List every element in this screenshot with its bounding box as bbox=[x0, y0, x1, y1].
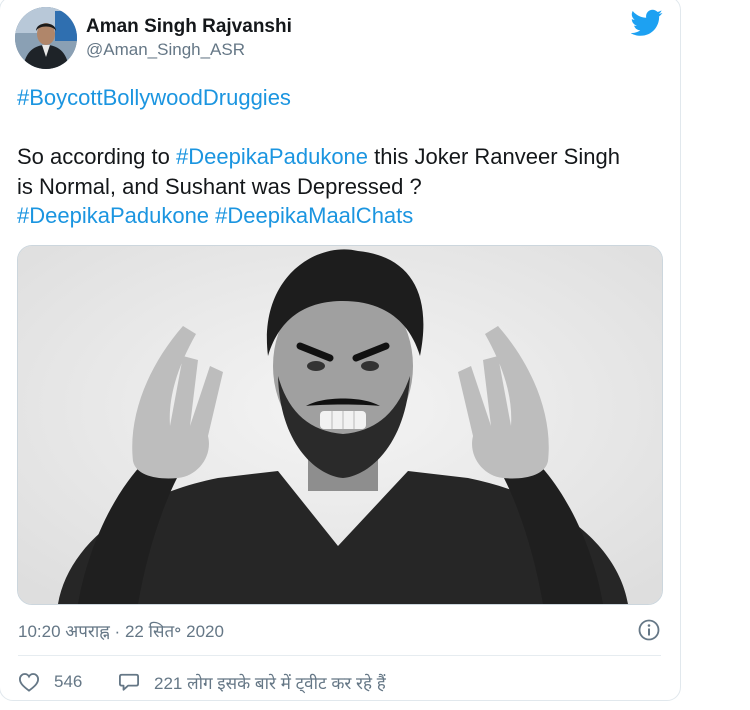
hashtag-line: #BoycottBollywoodDruggies bbox=[17, 83, 667, 113]
text-suffix: this Joker Ranveer Singh bbox=[368, 144, 620, 169]
hashtag-maalchats-link[interactable]: #DeepikaMaalChats bbox=[215, 203, 413, 228]
tweet-text: #BoycottBollywoodDruggies So according t… bbox=[17, 83, 667, 231]
info-icon[interactable] bbox=[637, 618, 661, 642]
user-handle[interactable]: @Aman_Singh_ASR bbox=[86, 40, 245, 60]
text-line-2: is Normal, and Sushant was Depressed ? bbox=[17, 173, 422, 199]
hashtag-deepika-link-2[interactable]: #DeepikaPadukone bbox=[17, 203, 209, 228]
hashtag-deepika-link[interactable]: #DeepikaPadukone bbox=[176, 144, 368, 169]
hashtag-boycott-link[interactable]: #BoycottBollywoodDruggies bbox=[17, 85, 291, 110]
twitter-bird-icon[interactable] bbox=[631, 9, 663, 37]
like-count: 546 bbox=[54, 672, 83, 691]
tweet-image[interactable] bbox=[17, 245, 663, 605]
reply-text: 221 लोग इसके बारे में ट्वीट कर रहे हैं bbox=[154, 673, 386, 693]
reply-button[interactable]: 221 लोग इसके बारे में ट्वीट कर रहे हैं bbox=[118, 669, 386, 695]
divider bbox=[18, 655, 661, 656]
text-line-3: #DeepikaPadukone #DeepikaMaalChats bbox=[17, 201, 667, 231]
heart-icon bbox=[18, 673, 40, 692]
reply-bubble-icon bbox=[119, 673, 139, 691]
tweet-card: Aman Singh Rajvanshi @Aman_Singh_ASR #Bo… bbox=[0, 0, 681, 701]
display-name[interactable]: Aman Singh Rajvanshi bbox=[86, 16, 292, 38]
like-button[interactable]: 546 bbox=[18, 669, 82, 695]
timestamp[interactable]: 10:20 अपराह्न · 22 सित॰ 2020 bbox=[18, 619, 224, 642]
avatar[interactable] bbox=[15, 7, 77, 69]
text-prefix: So according to bbox=[17, 144, 176, 169]
text-line-1: So according to #DeepikaPadukone this Jo… bbox=[17, 142, 667, 172]
